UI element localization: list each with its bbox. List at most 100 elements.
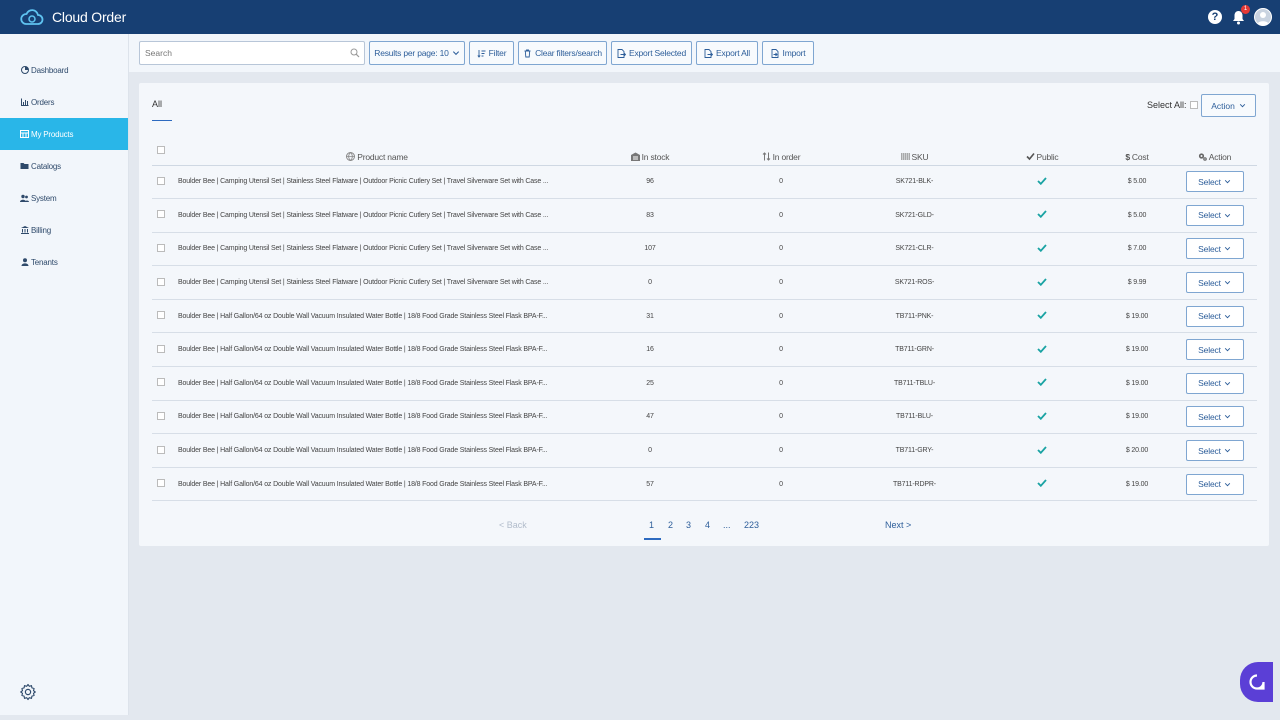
- tab-all[interactable]: All: [152, 99, 162, 109]
- export-selected-button[interactable]: Export Selected: [611, 41, 692, 65]
- product-name[interactable]: Boulder Bee | Camping Utensil Set | Stai…: [169, 232, 585, 267]
- row-checkbox[interactable]: [156, 479, 165, 488]
- in-stock-value: 16: [585, 332, 715, 368]
- header-sku[interactable]: SKU: [847, 143, 982, 166]
- table-row[interactable]: Boulder Bee | Camping Utensil Set | Stai…: [152, 165, 1257, 200]
- header-product-name[interactable]: Product name: [169, 143, 585, 166]
- sidebar: Dashboard Orders My Products Catalogs Sy…: [0, 34, 129, 715]
- sidebar-item-dashboard[interactable]: Dashboard: [0, 54, 128, 86]
- sidebar-item-orders[interactable]: Orders: [0, 86, 128, 118]
- sidebar-item-catalogs[interactable]: Catalogs: [0, 150, 128, 182]
- table-row[interactable]: Boulder Bee | Camping Utensil Set | Stai…: [152, 232, 1257, 267]
- product-name[interactable]: Boulder Bee | Half Gallon/64 oz Double W…: [169, 299, 585, 334]
- row-checkbox[interactable]: [156, 378, 165, 387]
- row-select-button[interactable]: Select: [1185, 171, 1244, 193]
- in-order-value: 0: [715, 265, 847, 300]
- row-select-button[interactable]: Select: [1185, 204, 1244, 226]
- row-checkbox-cell: [152, 232, 169, 267]
- sidebar-item-label: Dashboard: [31, 65, 69, 75]
- chat-widget-button[interactable]: [1240, 662, 1273, 702]
- table-row[interactable]: Boulder Bee | Camping Utensil Set | Stai…: [152, 265, 1257, 300]
- search-icon[interactable]: [350, 48, 360, 58]
- select-label: Select: [1198, 243, 1221, 254]
- select-all-checkbox[interactable]: [1189, 101, 1198, 109]
- product-name[interactable]: Boulder Bee | Half Gallon/64 oz Double W…: [169, 366, 585, 401]
- row-select-button[interactable]: Select: [1185, 238, 1244, 260]
- row-checkbox[interactable]: [156, 411, 165, 420]
- cost-value: $ 19.00: [1102, 467, 1172, 502]
- header-in-order[interactable]: In order: [715, 143, 847, 166]
- header-checkbox[interactable]: [156, 145, 165, 154]
- table-row[interactable]: Boulder Bee | Half Gallon/64 oz Double W…: [152, 467, 1257, 502]
- public-cell: [982, 299, 1102, 334]
- sidebar-item-tenants[interactable]: Tenants: [0, 246, 128, 278]
- page-link-2[interactable]: 2: [668, 520, 673, 530]
- chevron-down-icon: [1224, 415, 1231, 419]
- filter-button[interactable]: Filter: [469, 41, 514, 65]
- page-link-last[interactable]: 223: [744, 520, 759, 530]
- product-name[interactable]: Boulder Bee | Half Gallon/64 oz Double W…: [169, 433, 585, 468]
- table-row[interactable]: Boulder Bee | Half Gallon/64 oz Double W…: [152, 433, 1257, 468]
- row-checkbox[interactable]: [156, 344, 165, 353]
- product-name[interactable]: Boulder Bee | Camping Utensil Set | Stai…: [169, 198, 585, 233]
- sidebar-item-billing[interactable]: Billing: [0, 214, 128, 246]
- results-per-page-select[interactable]: Results per page: 10: [369, 41, 465, 65]
- barcode-icon: [900, 152, 910, 160]
- row-checkbox[interactable]: [156, 311, 165, 320]
- row-select-button[interactable]: Select: [1185, 272, 1244, 294]
- row-select-button[interactable]: Select: [1185, 305, 1244, 327]
- pagination-next[interactable]: Next >: [885, 520, 911, 530]
- app-logo[interactable]: Cloud Order: [20, 7, 126, 27]
- sidebar-item-my-products[interactable]: My Products: [0, 118, 128, 150]
- product-name[interactable]: Boulder Bee | Camping Utensil Set | Stai…: [169, 165, 585, 200]
- action-cell: Select: [1172, 198, 1257, 233]
- notifications-button[interactable]: 1: [1230, 5, 1250, 26]
- row-checkbox[interactable]: [156, 210, 165, 219]
- row-checkbox[interactable]: [156, 176, 165, 185]
- page-link-1[interactable]: 1: [649, 520, 654, 530]
- row-checkbox[interactable]: [156, 445, 165, 454]
- user-avatar[interactable]: [1254, 8, 1272, 26]
- header-public[interactable]: Public: [982, 143, 1102, 166]
- row-checkbox[interactable]: [156, 277, 165, 286]
- clear-filters-button[interactable]: Clear filters/search: [518, 41, 607, 65]
- chevron-down-icon: [1224, 348, 1231, 352]
- product-name[interactable]: Boulder Bee | Half Gallon/64 oz Double W…: [169, 467, 585, 502]
- row-select-button[interactable]: Select: [1185, 372, 1244, 394]
- import-file-icon: [771, 48, 778, 58]
- in-order-value: 0: [715, 198, 847, 233]
- table-row[interactable]: Boulder Bee | Half Gallon/64 oz Double W…: [152, 332, 1257, 368]
- product-name[interactable]: Boulder Bee | Half Gallon/64 oz Double W…: [169, 400, 585, 435]
- header-in-stock[interactable]: In stock: [585, 143, 715, 166]
- cost-value: $ 19.00: [1102, 332, 1172, 368]
- sku-value: TB711-TBLU-: [847, 366, 982, 401]
- action-cell: Select: [1172, 366, 1257, 401]
- row-select-button[interactable]: Select: [1185, 406, 1244, 428]
- row-checkbox[interactable]: [156, 243, 165, 252]
- table-row[interactable]: Boulder Bee | Camping Utensil Set | Stai…: [152, 198, 1257, 233]
- table-row[interactable]: Boulder Bee | Half Gallon/64 oz Double W…: [152, 299, 1257, 334]
- bank-icon: [20, 226, 29, 235]
- search-input[interactable]: [140, 42, 364, 64]
- table-row[interactable]: Boulder Bee | Half Gallon/64 oz Double W…: [152, 366, 1257, 401]
- in-order-value: 0: [715, 232, 847, 267]
- sidebar-item-label: Tenants: [31, 257, 58, 267]
- page-link-3[interactable]: 3: [686, 520, 691, 530]
- import-button[interactable]: Import: [762, 41, 814, 65]
- header-cost[interactable]: $ Cost: [1102, 143, 1172, 166]
- table-row[interactable]: Boulder Bee | Half Gallon/64 oz Double W…: [152, 400, 1257, 435]
- row-select-button[interactable]: Select: [1185, 440, 1244, 462]
- bulk-action-button[interactable]: Action: [1201, 94, 1256, 117]
- row-select-button[interactable]: Select: [1185, 339, 1244, 361]
- sidebar-item-system[interactable]: System: [0, 182, 128, 214]
- export-all-button[interactable]: Export All: [696, 41, 758, 65]
- row-select-button[interactable]: Select: [1185, 473, 1244, 495]
- chevron-down-icon: [1224, 213, 1231, 218]
- settings-gear-icon[interactable]: [19, 683, 37, 701]
- product-name[interactable]: Boulder Bee | Half Gallon/64 oz Double W…: [169, 332, 585, 368]
- help-icon[interactable]: ?: [1208, 10, 1222, 24]
- product-name[interactable]: Boulder Bee | Camping Utensil Set | Stai…: [169, 265, 585, 300]
- public-check-icon: [1037, 479, 1047, 488]
- chart-icon: [20, 98, 29, 107]
- page-link-4[interactable]: 4: [705, 520, 710, 530]
